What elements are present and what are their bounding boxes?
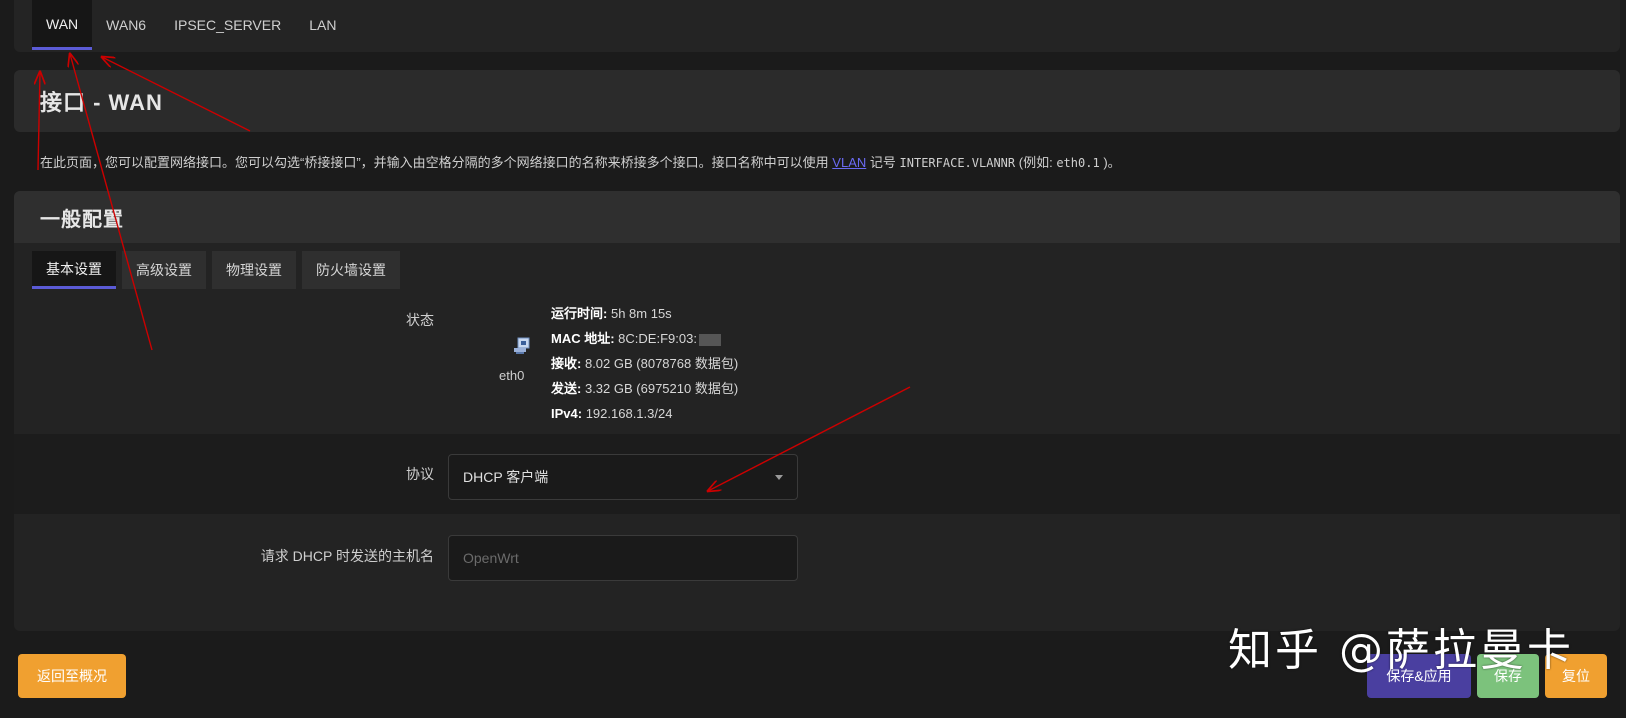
ethernet-port-icon xyxy=(514,337,530,354)
protocol-selected-value: DHCP 客户端 xyxy=(463,469,549,485)
save-button[interactable]: 保存 xyxy=(1477,654,1539,698)
hostname-label: 请求 DHCP 时发送的主机名 xyxy=(260,548,434,564)
vlan-link[interactable]: VLAN xyxy=(832,155,866,170)
ipv4-label: IPv4: xyxy=(551,406,583,421)
interface-name: eth0 xyxy=(499,368,525,383)
mac-label: MAC 地址: xyxy=(551,331,615,346)
description-text-end: )。 xyxy=(1103,155,1121,170)
status-details: 运行时间: 5h 8m 15s MAC 地址: 8C:DE:F9:03: 接收:… xyxy=(551,301,738,426)
tab-wan[interactable]: WAN xyxy=(32,0,93,50)
tab-physical-settings[interactable]: 物理设置 xyxy=(212,251,296,289)
save-apply-button[interactable]: 保存&应用 xyxy=(1367,654,1471,698)
section-header: 一般配置 xyxy=(14,191,1620,243)
chevron-down-icon xyxy=(775,475,783,480)
hostname-input[interactable] xyxy=(448,535,798,581)
ipv4-value: 192.168.1.3/24 xyxy=(585,406,673,421)
status-block: eth0 运行时间: 5h 8m 15s MAC 地址: 8C:DE:F9:03… xyxy=(499,301,799,431)
description-text-mid: 记号 xyxy=(869,155,896,170)
page: WAN WAN6 IPSEC_SERVER LAN 接口 - WAN 在此页面，… xyxy=(0,0,1626,718)
tab-advanced-settings[interactable]: 高级设置 xyxy=(122,251,206,289)
status-ipv4: IPv4: 192.168.1.3/24 xyxy=(551,401,738,426)
tab-ipsec-server[interactable]: IPSEC_SERVER xyxy=(160,0,295,50)
tab-lan[interactable]: LAN xyxy=(295,0,350,50)
config-sub-tabs: 基本设置 高级设置 物理设置 防火墙设置 xyxy=(32,251,400,289)
status-tx: 发送: 3.32 GB (6975210 数据包) xyxy=(551,376,738,401)
back-to-overview-button[interactable]: 返回至概况 xyxy=(18,654,126,698)
page-description: 在此页面，您可以配置网络接口。您可以勾选“桥接接口”，并输入由空格分隔的多个网络… xyxy=(40,152,1121,171)
protocol-label: 协议 xyxy=(406,466,434,482)
interface-tabs: WAN WAN6 IPSEC_SERVER LAN xyxy=(14,0,1620,52)
status-label: 状态 xyxy=(406,312,434,328)
mac-redacted xyxy=(698,333,721,346)
page-title: 接口 - WAN xyxy=(40,90,163,115)
description-text: 在此页面，您可以配置网络接口。您可以勾选“桥接接口”，并输入由空格分隔的多个网络… xyxy=(40,155,829,170)
uptime-value: 5h 8m 15s xyxy=(610,306,672,321)
tab-firewall-settings[interactable]: 防火墙设置 xyxy=(302,251,400,289)
page-header: 接口 - WAN xyxy=(14,70,1620,132)
tx-value: 3.32 GB (6975210 数据包) xyxy=(584,381,739,396)
description-code-example: eth0.1 xyxy=(1056,156,1100,170)
status-mac: MAC 地址: 8C:DE:F9:03: xyxy=(551,326,738,351)
description-code-vlan: INTERFACE.VLANNR xyxy=(899,156,1016,170)
uptime-label: 运行时间: xyxy=(551,306,608,321)
general-config-section: 一般配置 基本设置 高级设置 物理设置 防火墙设置 状态 eth0 运行时间: … xyxy=(14,191,1620,631)
section-title: 一般配置 xyxy=(40,208,124,231)
protocol-select[interactable]: DHCP 客户端 xyxy=(448,454,798,500)
tx-label: 发送: xyxy=(551,381,582,396)
tab-basic-settings[interactable]: 基本设置 xyxy=(32,251,116,289)
mac-value: 8C:DE:F9:03: xyxy=(618,331,697,346)
tab-wan6[interactable]: WAN6 xyxy=(92,0,160,50)
rx-label: 接收: xyxy=(551,356,582,371)
reset-button[interactable]: 复位 xyxy=(1545,654,1607,698)
status-rx: 接收: 8.02 GB (8078768 数据包) xyxy=(551,351,738,376)
status-uptime: 运行时间: 5h 8m 15s xyxy=(551,301,738,326)
description-example: (例如: xyxy=(1018,155,1053,170)
rx-value: 8.02 GB (8078768 数据包) xyxy=(584,356,739,371)
